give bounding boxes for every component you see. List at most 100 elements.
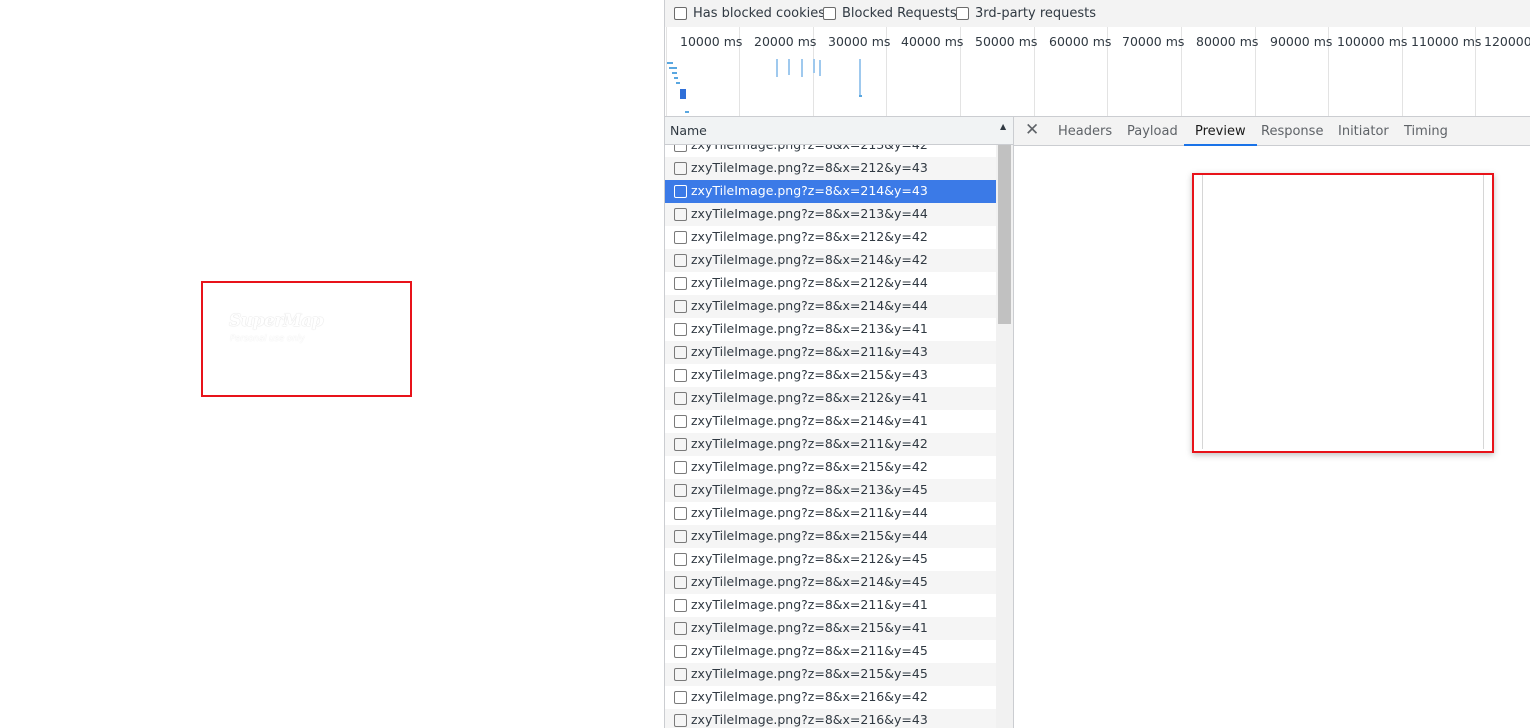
request-row[interactable]: zxyTileImage.png?z=8&x=213&y=41 (665, 318, 996, 341)
filter-blocked-requests[interactable]: Blocked Requests (823, 6, 957, 21)
request-row[interactable]: zxyTileImage.png?z=8&x=212&y=44 (665, 272, 996, 295)
request-row[interactable]: zxyTileImage.png?z=8&x=215&y=45 (665, 663, 996, 686)
request-row[interactable]: zxyTileImage.png?z=8&x=212&y=42 (665, 226, 996, 249)
row-checkbox[interactable] (674, 599, 687, 612)
request-row[interactable]: zxyTileImage.png?z=8&x=214&y=42 (665, 249, 996, 272)
request-name: zxyTileImage.png?z=8&x=216&y=42 (691, 689, 928, 704)
request-name: zxyTileImage.png?z=8&x=211&y=43 (691, 344, 928, 359)
row-checkbox[interactable] (674, 300, 687, 313)
row-checkbox[interactable] (674, 323, 687, 336)
tab-preview[interactable]: Preview (1184, 117, 1257, 146)
request-row[interactable]: zxyTileImage.png?z=8&x=215&y=43 (665, 364, 996, 387)
timeline-tick-label: 100000 ms (1337, 34, 1408, 49)
request-name: zxyTileImage.png?z=8&x=215&y=45 (691, 666, 928, 681)
request-row[interactable]: zxyTileImage.png?z=8&x=211&y=45 (665, 640, 996, 663)
close-icon[interactable]: ✕ (1025, 120, 1039, 140)
waterfall-mark (776, 59, 778, 77)
timeline-overview[interactable]: 10000 ms 20000 ms 30000 ms 40000 ms 5000… (665, 27, 1530, 117)
filter-label: 3rd-party requests (975, 6, 1097, 21)
request-name: zxyTileImage.png?z=8&x=214&y=42 (691, 252, 928, 267)
request-row[interactable]: zxyTileImage.png?z=8&x=212&y=41 (665, 387, 996, 410)
row-checkbox[interactable] (674, 576, 687, 589)
checkbox[interactable] (674, 7, 687, 20)
timeline-tick-label: 10000 ms (680, 34, 743, 49)
row-checkbox[interactable] (674, 254, 687, 267)
request-row[interactable]: zxyTileImage.png?z=8&x=214&y=45 (665, 571, 996, 594)
checkbox[interactable] (823, 7, 836, 20)
row-checkbox[interactable] (674, 484, 687, 497)
timeline-tick-label: 70000 ms (1122, 34, 1185, 49)
request-name: zxyTileImage.png?z=8&x=213&y=41 (691, 321, 928, 336)
checkbox[interactable] (956, 7, 969, 20)
detail-tab-bar: ✕ Headers Payload Preview Response Initi… (1014, 117, 1530, 146)
scrollbar-thumb[interactable] (998, 145, 1011, 324)
request-name: zxyTileImage.png?z=8&x=212&y=42 (691, 229, 928, 244)
request-name: zxyTileImage.png?z=8&x=212&y=44 (691, 275, 928, 290)
row-checkbox[interactable] (674, 553, 687, 566)
name-column-header[interactable]: Name ▲ (665, 117, 1013, 145)
waterfall-mark (788, 59, 790, 75)
waterfall-mark (813, 59, 815, 73)
tab-payload[interactable]: Payload (1127, 117, 1178, 146)
request-row[interactable]: zxyTileImage.png?z=8&x=216&y=42 (665, 686, 996, 709)
filter-bar: Has blocked cookies Blocked Requests 3rd… (665, 0, 1530, 27)
request-row[interactable]: zxyTileImage.png?z=8&x=211&y=41 (665, 594, 996, 617)
request-name: zxyTileImage.png?z=8&x=211&y=41 (691, 597, 928, 612)
tab-response[interactable]: Response (1261, 117, 1323, 146)
row-checkbox[interactable] (674, 208, 687, 221)
tab-headers[interactable]: Headers (1058, 117, 1112, 146)
row-checkbox[interactable] (674, 691, 687, 704)
tab-timing[interactable]: Timing (1404, 117, 1448, 146)
row-checkbox[interactable] (674, 145, 687, 152)
request-row[interactable]: zxyTileImage.png?z=8&x=214&y=41 (665, 410, 996, 433)
request-row[interactable]: zxyTileImage.png?z=8&x=212&y=45 (665, 548, 996, 571)
waterfall-mark (676, 82, 680, 84)
request-row[interactable]: zxyTileImage.png?z=8&x=215&y=44 (665, 525, 996, 548)
tab-initiator[interactable]: Initiator (1338, 117, 1389, 146)
request-row[interactable]: zxyTileImage.png?z=8&x=215&y=42 (665, 456, 996, 479)
row-checkbox[interactable] (674, 369, 687, 382)
row-checkbox[interactable] (674, 415, 687, 428)
request-name: zxyTileImage.png?z=8&x=214&y=44 (691, 298, 928, 313)
row-checkbox[interactable] (674, 645, 687, 658)
request-row[interactable]: zxyTileImage.png?z=8&x=214&y=44 (665, 295, 996, 318)
row-checkbox[interactable] (674, 668, 687, 681)
request-row[interactable]: zxyTileImage.png?z=8&x=211&y=43 (665, 341, 996, 364)
name-column-label: Name (670, 123, 707, 138)
request-name: zxyTileImage.png?z=8&x=213&y=42 (691, 145, 928, 152)
request-name: zxyTileImage.png?z=8&x=211&y=45 (691, 643, 928, 658)
request-row[interactable]: zxyTileImage.png?z=8&x=213&y=45 (665, 479, 996, 502)
request-row[interactable]: zxyTileImage.png?z=8&x=211&y=44 (665, 502, 996, 525)
row-checkbox[interactable] (674, 231, 687, 244)
row-checkbox[interactable] (674, 185, 687, 198)
devtools-network-panel: Has blocked cookies Blocked Requests 3rd… (664, 0, 1530, 728)
timeline-gridline (666, 27, 667, 116)
request-name: zxyTileImage.png?z=8&x=213&y=45 (691, 482, 928, 497)
row-checkbox[interactable] (674, 162, 687, 175)
row-checkbox[interactable] (674, 714, 687, 727)
request-row[interactable]: zxyTileImage.png?z=8&x=216&y=43 (665, 709, 996, 728)
row-checkbox[interactable] (674, 392, 687, 405)
page-viewport: SuperMap Personal use only (0, 0, 664, 728)
row-checkbox[interactable] (674, 461, 687, 474)
row-checkbox[interactable] (674, 438, 687, 451)
request-name: zxyTileImage.png?z=8&x=214&y=45 (691, 574, 928, 589)
request-name: zxyTileImage.png?z=8&x=215&y=41 (691, 620, 928, 635)
filter-3rd-party-requests[interactable]: 3rd-party requests (956, 6, 1096, 21)
timeline-tick-label: 50000 ms (975, 34, 1038, 49)
request-rows: zxyTileImage.png?z=8&x=213&y=42 zxyTileIm… (665, 145, 996, 728)
row-checkbox[interactable] (674, 507, 687, 520)
filter-has-blocked-cookies[interactable]: Has blocked cookies (674, 6, 825, 21)
request-name: zxyTileImage.png?z=8&x=212&y=41 (691, 390, 928, 405)
row-checkbox[interactable] (674, 277, 687, 290)
request-row[interactable]: zxyTileImage.png?z=8&x=214&y=43 (665, 180, 996, 203)
request-row[interactable]: zxyTileImage.png?z=8&x=211&y=42 (665, 433, 996, 456)
request-row[interactable]: zxyTileImage.png?z=8&x=213&y=44 (665, 203, 996, 226)
row-checkbox[interactable] (674, 530, 687, 543)
request-row[interactable]: zxyTileImage.png?z=8&x=213&y=42 (665, 145, 996, 157)
request-row[interactable]: zxyTileImage.png?z=8&x=212&y=43 (665, 157, 996, 180)
row-checkbox[interactable] (674, 346, 687, 359)
row-checkbox[interactable] (674, 622, 687, 635)
timeline-tick-label: 30000 ms (828, 34, 891, 49)
request-row[interactable]: zxyTileImage.png?z=8&x=215&y=41 (665, 617, 996, 640)
